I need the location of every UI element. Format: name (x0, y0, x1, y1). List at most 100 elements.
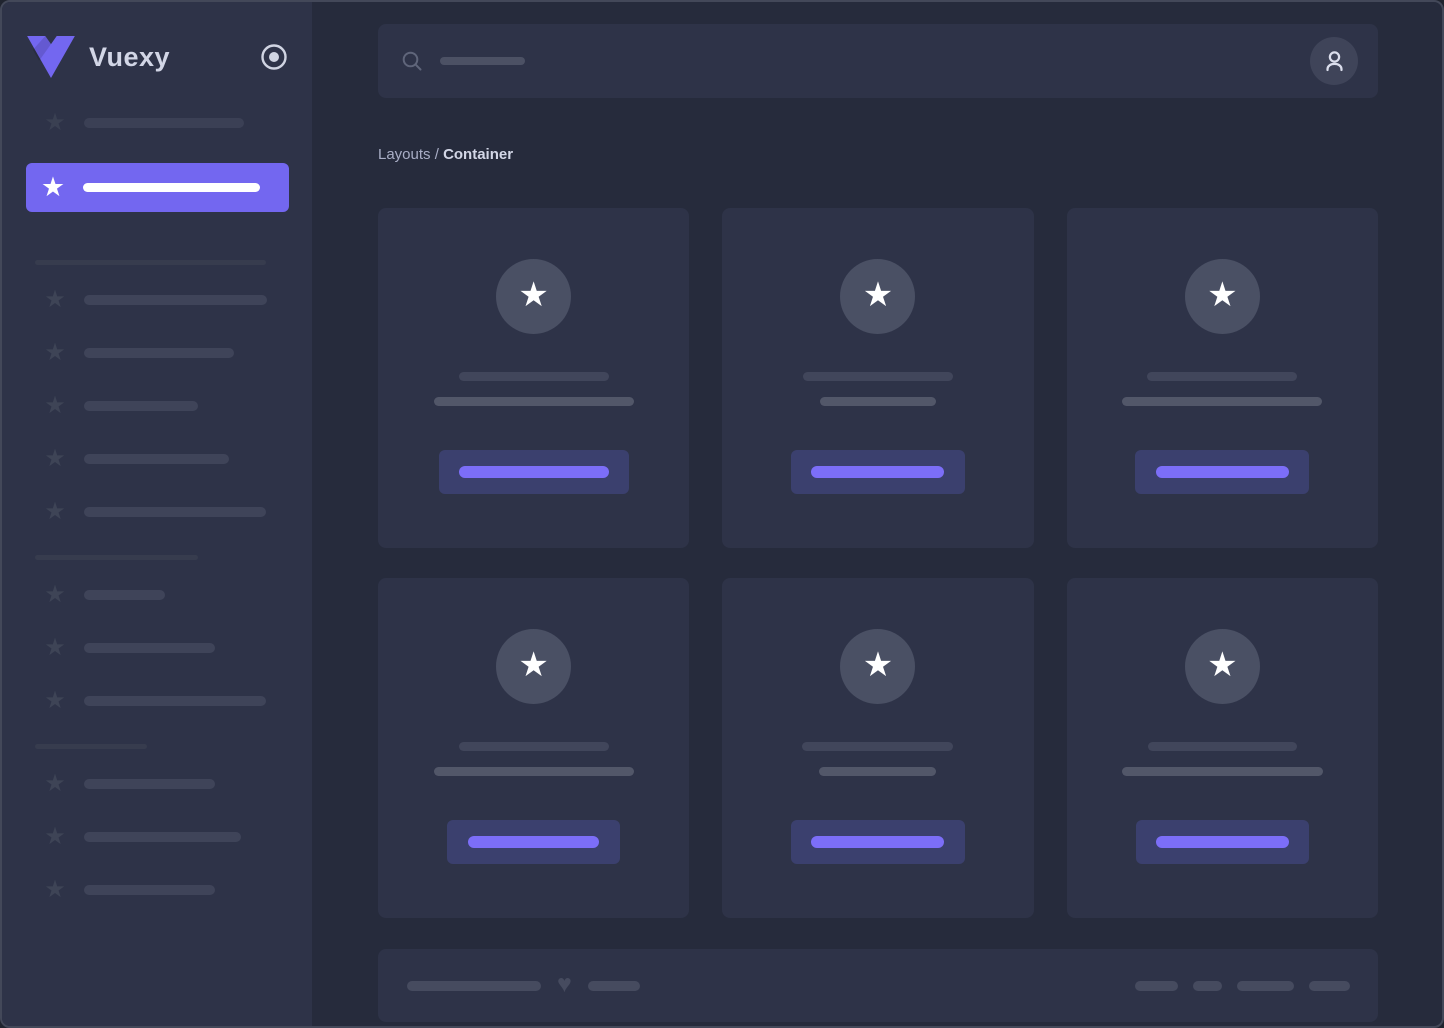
card-subtitle-skeleton (1122, 397, 1323, 406)
skeleton-card: ★ (722, 208, 1034, 548)
star-icon: ★ (44, 286, 66, 313)
sidebar-item-label-skeleton (84, 454, 229, 464)
sidebar-item-label-skeleton (84, 779, 215, 789)
card-title-skeleton (458, 372, 609, 381)
sidebar-item[interactable]: ★ (26, 635, 289, 661)
card-subtitle-skeleton (1121, 767, 1323, 776)
person-icon (1325, 50, 1343, 71)
app-window: Vuexy ★ ★ ★ ★ ★ ★ ★ ★ ★ ★ ★ ★ ★ Layouts (0, 0, 1444, 1028)
star-icon: ★ (44, 770, 66, 797)
footer-link-skeleton[interactable] (1237, 980, 1294, 991)
sidebar: Vuexy ★ ★ ★ ★ ★ ★ ★ ★ ★ ★ ★ ★ ★ (2, 2, 312, 1026)
sidebar-item[interactable]: ★ (26, 771, 289, 797)
star-icon: ★ (40, 172, 66, 202)
footer-text-skeleton-short (587, 980, 640, 991)
star-icon: ★ (518, 645, 549, 684)
card-avatar: ★ (1184, 259, 1260, 334)
sidebar-section-header-skeleton (35, 555, 198, 560)
card-avatar: ★ (496, 259, 572, 334)
card-title-skeleton (1147, 372, 1298, 381)
star-icon: ★ (44, 876, 66, 903)
sidebar-item-label-skeleton (84, 696, 266, 706)
sidebar-section-header-skeleton (35, 260, 266, 265)
card-avatar: ★ (1184, 629, 1260, 704)
card-action-button[interactable] (790, 820, 965, 864)
card-title-skeleton (458, 742, 609, 751)
star-icon: ★ (862, 645, 894, 684)
menu-pin-toggle-icon[interactable] (260, 43, 288, 71)
sidebar-item[interactable]: ★ (26, 824, 289, 850)
card-action-button[interactable] (447, 820, 621, 864)
sidebar-item-label-skeleton (84, 401, 198, 411)
sidebar-item-label-skeleton (83, 183, 260, 192)
card-subtitle-skeleton (433, 767, 634, 776)
sidebar-item[interactable]: ★ (26, 287, 289, 313)
heart-icon: ♥ (557, 970, 572, 998)
card-subtitle-skeleton (819, 397, 936, 406)
sidebar-item-label-skeleton (84, 643, 215, 653)
footer-link-skeleton[interactable] (1135, 980, 1178, 991)
star-icon: ★ (44, 581, 66, 608)
card-title-skeleton (802, 372, 953, 381)
footer-text-skeleton (407, 980, 541, 991)
sidebar-item[interactable]: ★ (26, 393, 289, 419)
sidebar-item[interactable]: ★ (26, 340, 289, 366)
footer-link-skeleton[interactable] (1193, 980, 1222, 991)
button-label-skeleton (811, 466, 945, 478)
user-avatar-button[interactable] (1310, 37, 1358, 85)
card-action-button[interactable] (1135, 450, 1310, 494)
star-icon: ★ (44, 109, 66, 136)
star-icon: ★ (44, 339, 66, 366)
skeleton-card: ★ (1066, 208, 1378, 548)
cards-grid: ★ ★ ★ ★ ★ ★ (378, 208, 1378, 918)
sidebar-item-active[interactable]: ★ (26, 163, 289, 212)
sidebar-item[interactable]: ★ (26, 110, 289, 136)
sidebar-item[interactable]: ★ (26, 499, 289, 525)
search-placeholder-skeleton (440, 57, 525, 65)
main-content: Layouts / Container ★ ★ ★ ★ ★ ★ ♥ (312, 2, 1442, 1026)
sidebar-nav: ★ ★ ★ ★ ★ ★ ★ ★ ★ ★ ★ ★ ★ (2, 110, 312, 903)
button-label-skeleton (811, 836, 945, 848)
sidebar-item-label-skeleton (84, 348, 234, 358)
skeleton-card: ★ (378, 578, 690, 918)
vuexy-logo-icon (27, 36, 75, 78)
skeleton-card: ★ (1066, 578, 1378, 918)
sidebar-item-label-skeleton (84, 590, 165, 600)
breadcrumb: Layouts / Container (378, 146, 1378, 164)
star-icon: ★ (1207, 275, 1238, 314)
sidebar-item[interactable]: ★ (26, 582, 289, 608)
breadcrumb-separator: / (434, 146, 439, 163)
sidebar-section-header-skeleton (35, 744, 147, 749)
breadcrumb-link-layouts[interactable]: Layouts (378, 146, 431, 163)
star-icon: ★ (518, 275, 549, 314)
card-action-button[interactable] (438, 450, 629, 494)
sidebar-item-label-skeleton (84, 118, 244, 128)
sidebar-item-label-skeleton (84, 885, 215, 895)
footer-link-skeleton[interactable] (1309, 980, 1350, 991)
star-icon: ★ (44, 823, 66, 850)
star-icon: ★ (44, 687, 66, 714)
card-action-button[interactable] (790, 450, 965, 494)
star-icon: ★ (862, 275, 894, 314)
button-label-skeleton (468, 836, 600, 848)
button-label-skeleton (1155, 466, 1289, 478)
card-avatar: ★ (496, 629, 572, 704)
card-action-button[interactable] (1135, 820, 1309, 864)
star-icon: ★ (44, 445, 66, 472)
star-icon: ★ (44, 498, 66, 525)
card-avatar: ★ (840, 629, 916, 704)
card-subtitle-skeleton (433, 397, 634, 406)
star-icon: ★ (1207, 645, 1238, 684)
sidebar-item[interactable]: ★ (26, 446, 289, 472)
sidebar-item[interactable]: ★ (26, 877, 289, 903)
star-icon: ★ (44, 392, 66, 419)
brand-row: Vuexy (26, 34, 288, 80)
sidebar-item-label-skeleton (84, 295, 267, 305)
sidebar-item-label-skeleton (84, 832, 241, 842)
card-title-skeleton (1147, 742, 1297, 751)
star-icon: ★ (44, 634, 66, 661)
footer-bar: ♥ (378, 949, 1378, 1022)
sidebar-item[interactable]: ★ (26, 688, 289, 714)
card-avatar: ★ (840, 259, 916, 334)
search-bar[interactable] (378, 24, 1378, 98)
